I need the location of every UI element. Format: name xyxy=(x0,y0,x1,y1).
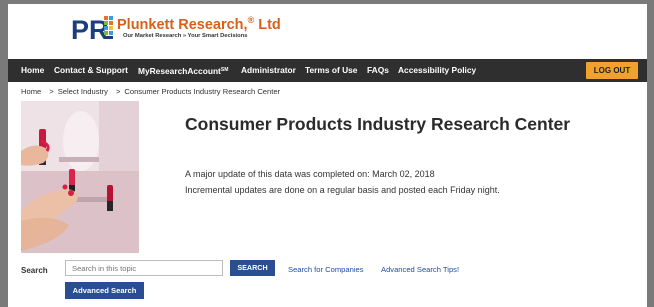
company-suffix: Ltd xyxy=(258,16,281,33)
main-nav: Home Contact & Support MyResearchAccount… xyxy=(8,59,647,82)
logo-letters: PR xyxy=(71,15,109,45)
nav-administrator[interactable]: Administrator xyxy=(241,59,296,82)
nav-my-research-account[interactable]: MyResearchAccountSM xyxy=(138,59,228,82)
nav-contact-support[interactable]: Contact & Support xyxy=(54,59,128,82)
registered-mark: ® xyxy=(247,15,255,25)
shopping-photo-illustration xyxy=(21,101,139,253)
update-info: A major update of this data was complete… xyxy=(185,169,435,179)
nav-faqs[interactable]: FAQs xyxy=(367,59,389,82)
company-name-text: Plunkett Research, xyxy=(117,16,248,33)
breadcrumb-separator: > xyxy=(49,87,54,96)
nav-accessibility-policy[interactable]: Accessibility Policy xyxy=(398,59,476,82)
breadcrumb-home[interactable]: Home xyxy=(21,87,41,96)
search-label: Search xyxy=(21,266,48,275)
page: PR Plunkett Research,® Ltd Our Market Re… xyxy=(8,4,647,307)
logout-button[interactable]: LOG OUT xyxy=(586,62,638,79)
advanced-search-button[interactable]: Advanced Search xyxy=(65,282,144,299)
service-mark: SM xyxy=(220,67,229,73)
plunkett-logo-icon[interactable]: PR xyxy=(70,10,118,48)
company-name[interactable]: Plunkett Research,® Ltd xyxy=(117,15,281,33)
incremental-info: Incremental updates are done on a regula… xyxy=(185,185,500,195)
advanced-search-tips-link[interactable]: Advanced Search Tips! xyxy=(381,265,459,274)
breadcrumb-select-industry[interactable]: Select Industry xyxy=(58,87,108,96)
breadcrumb-current: Consumer Products Industry Research Cent… xyxy=(124,87,281,96)
nav-terms-of-use[interactable]: Terms of Use xyxy=(305,59,357,82)
consumer-products-image xyxy=(21,101,139,253)
nav-home[interactable]: Home xyxy=(21,59,44,82)
page-title: Consumer Products Industry Research Cent… xyxy=(185,114,571,134)
search-companies-link[interactable]: Search for Companies xyxy=(288,265,364,274)
breadcrumb: Home > Select Industry > Consumer Products I… xyxy=(21,87,284,96)
nav-my-research-account-label: MyResearchAccount xyxy=(138,66,221,76)
search-button[interactable]: SEARCH xyxy=(230,260,275,276)
site-header: PR Plunkett Research,® Ltd Our Market Re… xyxy=(8,4,647,59)
tagline: Our Market Research » Your Smart Decisio… xyxy=(123,33,248,39)
search-input[interactable] xyxy=(65,260,223,276)
breadcrumb-separator: > xyxy=(115,87,121,96)
